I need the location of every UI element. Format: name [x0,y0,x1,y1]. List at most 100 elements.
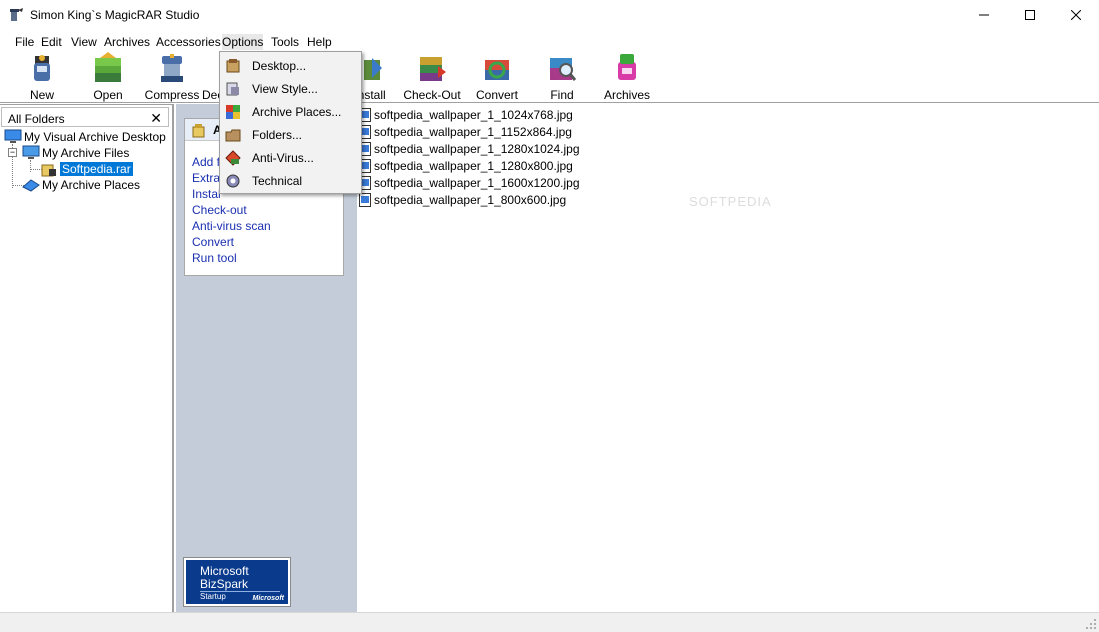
toolbar-archives-button[interactable]: Archives [595,52,659,102]
status-bar [0,612,1099,632]
options-item-label: View Style... [252,82,318,96]
tree-connector [30,160,31,172]
tree-item-label: Softpedia.rar [60,162,133,176]
minimize-icon [979,14,989,16]
menu-edit[interactable]: Edit [41,34,62,50]
menu-options[interactable]: Options [222,34,264,50]
task-extract-link[interactable]: Extra [192,171,220,185]
view-style-icon [226,82,239,96]
folder-pane-close-button[interactable]: ✕ [150,110,162,127]
options-item-label: Folders... [252,128,303,142]
close-button[interactable] [1053,0,1099,30]
bizspark-logo-text: Microsoft [252,595,285,602]
tree-item-visual-archive-desktop[interactable]: My Visual Archive Desktop [4,129,174,145]
task-antivirus-link[interactable]: Anti-virus scan [192,219,271,233]
menu-help[interactable]: Help [307,34,332,50]
task-add-files-link[interactable]: Add f [192,155,220,169]
toolbar-find-button[interactable]: Find [530,52,594,102]
options-item-label: Anti-Virus... [252,151,314,165]
toolbar-compress-button[interactable]: Compress [140,52,204,102]
new-icon [34,55,50,81]
options-item-label: Desktop... [252,59,307,73]
resize-grip-icon[interactable] [1085,618,1097,630]
maximize-button[interactable] [1007,0,1053,30]
toolbar-new-label: New [29,88,54,102]
checkout-icon [420,57,446,81]
bizspark-line3: Startup [200,592,226,601]
toolbar: New Open Compress Decompress [0,52,1099,102]
options-archive-places-item[interactable]: Archive Places... [222,101,359,123]
file-list[interactable]: SOFTPEDIA softpedia_wallpaper_1_1024x768… [359,104,1099,612]
tree-item-archive-files[interactable]: My Archive Files [22,145,172,161]
toolbar-find-label: Find [550,88,574,102]
toolbar-checkout-label: Check-Out [403,88,461,102]
toolbar-new-button[interactable]: New [10,52,74,102]
options-view-style-item[interactable]: View Style... [222,78,359,100]
archive-tasks-icon [192,124,205,138]
options-folders-item[interactable]: Folders... [222,124,359,146]
tree-item-softpedia-rar[interactable]: Softpedia.rar [40,161,170,177]
menu-view[interactable]: View [71,34,97,50]
bizspark-line2: BizSpark [200,577,249,591]
bizspark-line1: Microsoft [200,564,249,578]
convert-icon [485,60,509,80]
folder-pane-header: All Folders ✕ [1,107,169,127]
desktop-icon [4,129,22,143]
folder-pane: All Folders ✕ − My Visual Archive Deskto… [0,104,174,612]
title-bar[interactable]: Simon King`s MagicRAR Studio [0,0,1099,30]
file-name: softpedia_wallpaper_1_1024x768.jpg [374,108,573,122]
rar-archive-icon [41,164,56,177]
options-technical-item[interactable]: Technical [222,170,359,192]
file-name: softpedia_wallpaper_1_1600x1200.jpg [374,176,580,190]
menu-archives[interactable]: Archives [104,34,150,50]
tree-item-label: My Visual Archive Desktop [24,130,166,144]
file-name: softpedia_wallpaper_1_800x600.jpg [374,193,567,207]
task-convert-link[interactable]: Convert [192,235,234,249]
task-checkout-link[interactable]: Check-out [192,203,247,217]
app-window: Simon King`s MagicRAR Studio File Edit V… [0,0,1099,632]
toolbar-separator [0,102,1099,103]
bizspark-badge[interactable]: Microsoft BizSpark Startup Microsoft [183,557,291,607]
watermark: SOFTPEDIA [689,194,772,209]
options-item-label: Archive Places... [252,105,342,119]
options-item-label: Technical [252,174,303,188]
toolbar-convert-button[interactable]: Convert [465,52,529,102]
file-name: softpedia_wallpaper_1_1280x800.jpg [374,159,573,173]
task-install-link[interactable]: Instal [192,187,221,201]
folder-pane-title: All Folders [8,112,65,126]
toolbar-compress-label: Compress [144,88,200,102]
antivirus-icon [225,150,241,166]
window-title: Simon King`s MagicRAR Studio [30,8,200,22]
archives-icon [618,54,636,80]
open-icon [95,52,121,82]
close-icon [1071,10,1081,20]
tree-collapse-toggle[interactable]: − [8,148,17,157]
toolbar-open-button[interactable]: Open [76,52,140,102]
desktop-settings-icon [226,59,240,73]
tree-item-archive-places[interactable]: My Archive Places [22,177,172,193]
toolbar-archives-label: Archives [603,88,650,102]
compress-icon [161,54,183,82]
folders-icon [225,129,241,142]
monitor-icon [22,145,40,159]
image-file-icon [359,193,371,207]
menu-bar: File Edit View Archives Accessories Opti… [0,32,1099,52]
tree-item-label: My Archive Places [42,178,141,192]
menu-file[interactable]: File [15,34,34,50]
places-icon [22,179,40,192]
options-desktop-item[interactable]: Desktop... [222,55,359,77]
toolbar-checkout-button[interactable]: Check-Out [400,52,464,102]
technical-gear-icon [226,174,240,188]
options-menu: Desktop... View Style... Archive Places.… [219,51,362,194]
minimize-button[interactable] [961,0,1007,30]
app-icon [10,8,23,21]
toolbar-convert-label: Convert [475,88,519,102]
find-icon [550,58,577,81]
options-antivirus-item[interactable]: Anti-Virus... [222,147,359,169]
menu-accessories[interactable]: Accessories [156,34,221,50]
tree-item-label: My Archive Files [42,146,130,160]
maximize-icon [1025,10,1035,20]
task-run-tool-link[interactable]: Run tool [192,251,237,265]
archive-places-icon [226,105,240,119]
menu-tools[interactable]: Tools [271,34,299,50]
